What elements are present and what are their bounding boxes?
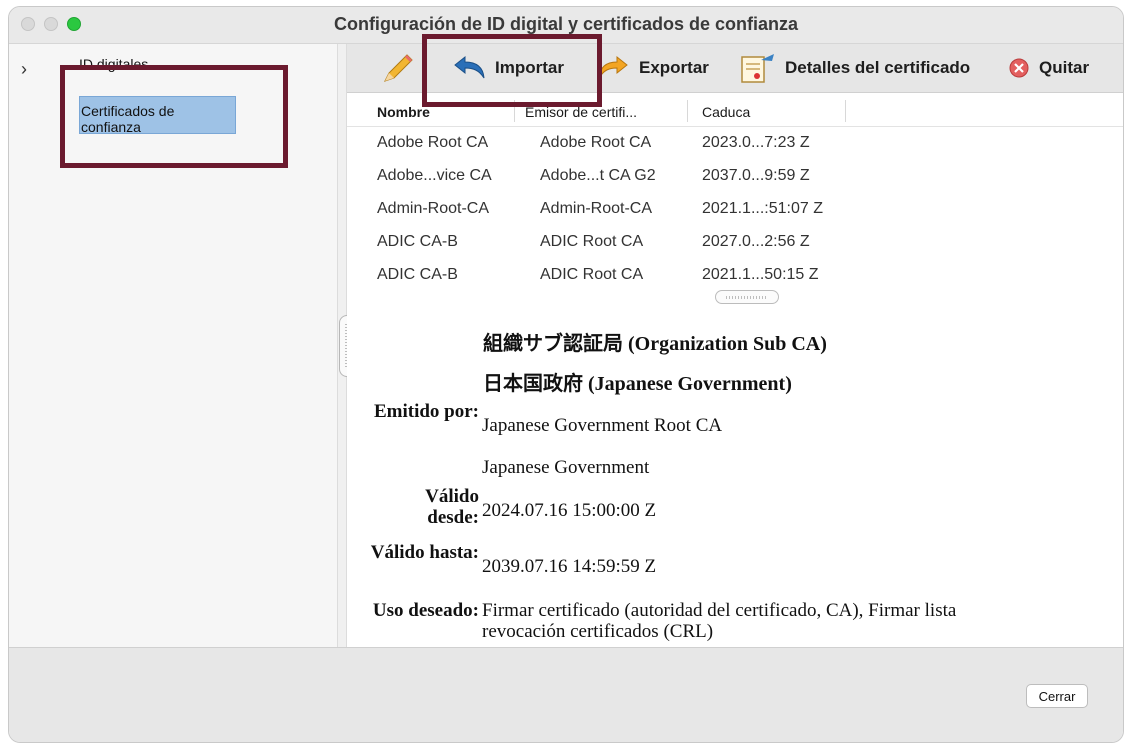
cell-name: Adobe Root CA	[377, 134, 489, 151]
valid-to-value: 2039.07.16 14:59:59 Z	[482, 556, 657, 577]
annotation-highlight-box	[60, 65, 288, 168]
remove-label: Quitar	[1039, 58, 1090, 77]
cell-expires: 2037.0...9:59 Z	[702, 167, 810, 184]
issued-by-organization: Japanese Government	[482, 457, 650, 478]
remove-button[interactable]: Quitar	[1007, 54, 1089, 82]
cell-name: ADIC CA-B	[377, 233, 458, 250]
cell-expires: 2027.0...2:56 Z	[702, 233, 810, 250]
horizontal-resize-handle[interactable]	[715, 290, 779, 304]
edit-button[interactable]	[377, 54, 425, 82]
certificate-subject: 組織サブ認証局 (Organization Sub CA)	[483, 333, 827, 355]
cell-expires: 2021.1...:51:07 Z	[702, 200, 823, 217]
cell-issuer: ADIC Root CA	[540, 233, 644, 250]
cell-name: Admin-Root-CA	[377, 200, 490, 217]
certificate-icon	[741, 54, 774, 83]
table-row[interactable]: Adobe...vice CA Adobe...t CA G2 2037.0..…	[347, 159, 1123, 192]
column-separator	[845, 100, 846, 122]
pencil-icon	[384, 54, 413, 82]
annotation-highlight-box	[422, 34, 602, 107]
window-title: Configuración de ID digital y certificad…	[333, 14, 799, 34]
certificate-details-label: Detalles del certificado	[785, 58, 971, 77]
main-panel: Importar Exportar Detalles del certifica…	[347, 44, 1123, 647]
valid-from-label: Válido desde:	[425, 486, 479, 528]
cell-issuer: Adobe...t CA G2	[540, 167, 656, 184]
certificate-settings-window: Configuración de ID digital y certificad…	[8, 6, 1124, 743]
table-row[interactable]: ADIC CA-B ADIC Root CA 2027.0...2:56 Z	[347, 225, 1123, 258]
cell-issuer: Adobe Root CA	[540, 134, 652, 151]
close-button[interactable]: Cerrar	[1026, 684, 1088, 708]
intended-use-label: Uso deseado:	[372, 600, 479, 621]
dialog-footer: Cerrar	[9, 647, 1123, 742]
issued-by-value: Japanese Government Root CA	[482, 415, 723, 436]
cell-name: Adobe...vice CA	[377, 167, 492, 184]
table-row[interactable]: Admin-Root-CA Admin-Root-CA 2021.1...:51…	[347, 192, 1123, 225]
certificate-details-button[interactable]: Detalles del certificado	[739, 54, 971, 83]
intended-use-value-line1: Firmar certificado (autoridad del certif…	[482, 600, 957, 621]
issued-by-label: Emitido por:	[373, 401, 479, 422]
cell-expires: 2021.1...50:15 Z	[702, 266, 819, 283]
table-row[interactable]: ADIC CA-B ADIC Root CA 2021.1...50:15 Z	[347, 258, 1123, 291]
certificate-table-body: Adobe Root CA Adobe Root CA 2023.0...7:2…	[347, 126, 1123, 291]
valid-from-value: 2024.07.16 15:00:00 Z	[482, 500, 657, 521]
column-header-expires[interactable]: Caduca	[702, 104, 750, 120]
remove-icon	[1009, 58, 1029, 78]
export-arrow-icon	[598, 55, 628, 79]
export-label: Exportar	[639, 58, 709, 77]
cell-name: ADIC CA-B	[377, 266, 458, 283]
cell-issuer: ADIC Root CA	[540, 266, 644, 283]
export-button[interactable]: Exportar	[597, 54, 709, 82]
column-separator	[687, 100, 688, 122]
cell-expires: 2023.0...7:23 Z	[702, 134, 810, 151]
valid-to-label: Válido hasta:	[370, 542, 479, 563]
intended-use-value-line2: revocación certificados (CRL)	[482, 621, 714, 642]
cell-issuer: Admin-Root-CA	[540, 200, 653, 217]
chevron-right-icon[interactable]: ›	[21, 59, 27, 80]
certificate-organization: 日本国政府 (Japanese Government)	[483, 373, 792, 395]
table-row[interactable]: Adobe Root CA Adobe Root CA 2023.0...7:2…	[347, 126, 1123, 159]
